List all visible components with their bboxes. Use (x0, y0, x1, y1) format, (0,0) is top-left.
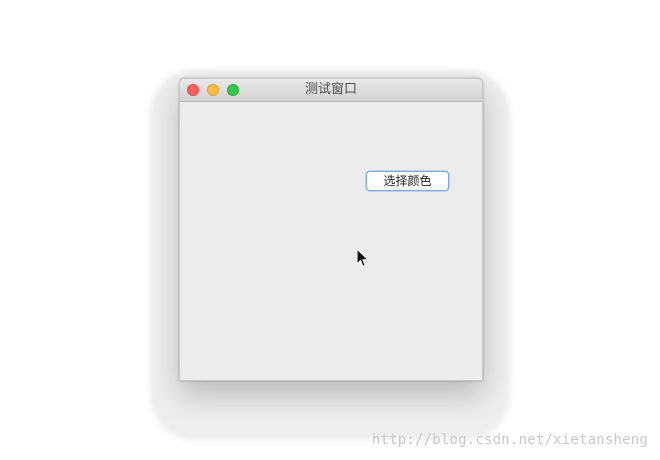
window-title: 测试窗口 (304, 82, 357, 97)
test-window: 测试窗口 选择颜色 (179, 78, 483, 381)
title-bar[interactable]: 测试窗口 (180, 79, 482, 102)
watermark-text: http://blog.csdn.net/xietansheng (371, 432, 648, 448)
window-content: 选择颜色 (180, 102, 482, 380)
choose-color-button[interactable]: 选择颜色 (366, 171, 449, 191)
mouse-pointer-icon (356, 248, 369, 267)
screen: 测试窗口 选择颜色 http://blog.csdn.net/xietanshe… (0, 0, 660, 460)
